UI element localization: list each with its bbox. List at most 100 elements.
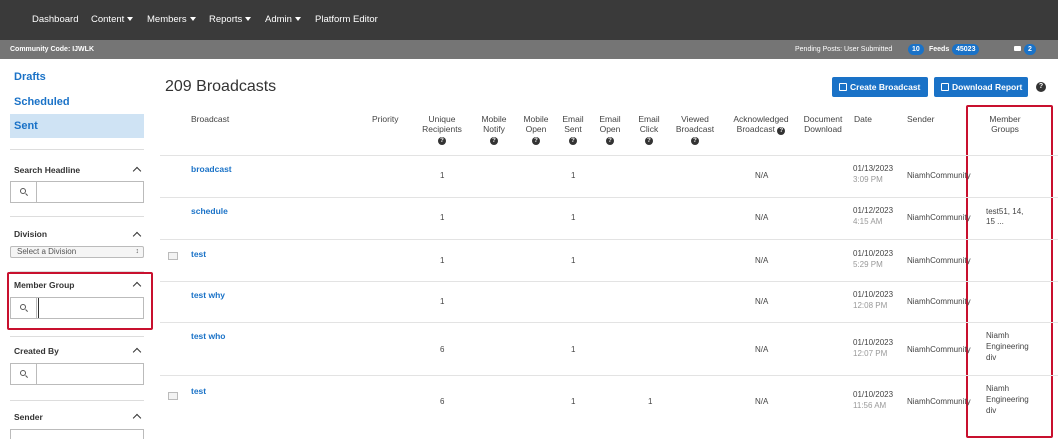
nav-dashboard[interactable]: Dashboard [32,0,78,40]
search-icon [11,182,37,202]
time-value: 11:56 AM [853,401,887,410]
col-sender[interactable]: Sender [907,114,934,124]
member-groups-value: 15 ... [986,217,1004,226]
broadcast-title-link[interactable]: schedule [191,206,228,216]
col-unique-recipients[interactable]: Unique Recipients ? [418,114,466,145]
chevron-down-icon [245,17,252,21]
col-document-download-line1: Document [803,114,843,124]
help-icon[interactable]: ? [606,137,614,145]
search-headline-label: Search Headline [14,165,81,175]
top-navigation: Dashboard Content Members Reports Admin … [0,0,1058,40]
help-icon[interactable]: ? [490,137,498,145]
mail-icon[interactable] [1014,46,1021,51]
image-icon [168,252,178,260]
chevron-up-icon[interactable] [132,231,142,241]
time-value: 4:15 AM [853,217,883,226]
unique-recipients-value: 6 [440,345,445,354]
mail-badge[interactable]: 2 [1024,44,1036,55]
col-unique-recipients-line1: Unique [428,114,456,124]
nav-platform-editor[interactable]: Platform Editor [315,0,378,40]
broadcast-title-link[interactable]: test [191,249,206,259]
col-email-click[interactable]: Email Click ? [634,114,664,145]
search-headline-input[interactable] [38,182,143,202]
created-by-input[interactable] [38,364,143,384]
col-acknowledged-broadcast-line2-text: Broadcast [736,124,775,134]
col-acknowledged-broadcast[interactable]: Acknowledged Broadcast ? [728,114,794,135]
broadcast-title-link[interactable]: test why [191,290,225,300]
member-groups-value: Niamh [986,331,1010,340]
unique-recipients-value: 6 [440,397,445,406]
email-sent-value: 1 [571,345,576,354]
nav-platform-editor-label: Platform Editor [315,14,378,25]
nav-reports[interactable]: Reports [209,0,252,40]
created-by-input-group [10,363,144,385]
email-sent-value: 1 [571,171,576,180]
broadcast-title-link[interactable]: test who [191,331,225,341]
divider [10,216,144,217]
col-unique-recipients-line2: Recipients [422,124,462,134]
col-date[interactable]: Date [854,114,872,124]
col-viewed-broadcast[interactable]: Viewed Broadcast ? [671,114,719,145]
sender-value: NiamhCommunity [907,171,971,180]
search-icon [11,364,37,384]
unique-recipients-value: 1 [440,213,445,222]
broadcast-title-link[interactable]: broadcast [191,164,232,174]
help-icon[interactable]: ? [691,137,699,145]
member-groups-value: div [986,353,997,362]
divider [10,400,144,401]
chevron-down-icon [127,17,134,21]
chevron-down-icon [189,17,196,21]
sender-value: NiamhCommunity [907,213,971,222]
col-viewed-broadcast-line1: Viewed [681,114,709,124]
help-icon[interactable]: ? [1036,82,1046,92]
nav-content[interactable]: Content [91,0,134,40]
sidebar-item-drafts[interactable]: Drafts [14,71,46,83]
col-email-open[interactable]: Email Open ? [595,114,625,145]
user-submitted-badge[interactable]: 10 [908,44,924,55]
col-document-download[interactable]: Document Download [800,114,846,134]
col-mobile-notify-line2: Notify [483,124,505,134]
pending-label: Pending Posts: [795,46,843,53]
download-report-button[interactable]: Download Report [934,77,1028,97]
create-broadcast-button[interactable]: Create Broadcast [832,77,928,97]
chevron-up-icon[interactable] [132,413,142,423]
col-email-open-line2: Open [599,124,621,134]
nav-admin[interactable]: Admin [265,0,301,40]
help-icon[interactable]: ? [777,127,786,135]
division-select[interactable]: Select a Division ↕ [10,246,144,258]
col-mobile-notify-line1: Mobile [481,114,507,124]
col-mobile-notify[interactable]: Mobile Notify ? [477,114,511,145]
nav-admin-label: Admin [265,14,292,25]
date-value: 01/10/2023 [853,338,894,347]
sidebar-item-sent[interactable]: Sent [14,120,38,132]
broadcast-title-link[interactable]: test [191,386,206,396]
col-priority[interactable]: Priority [372,114,398,124]
col-acknowledged-broadcast-line2: Broadcast ? [728,124,794,135]
chevron-up-icon[interactable] [132,347,142,357]
help-icon[interactable]: ? [645,137,653,145]
col-email-sent[interactable]: Email Sent ? [558,114,588,145]
feeds-badge[interactable]: 45023 [952,44,980,55]
help-icon[interactable]: ? [532,137,540,145]
help-icon[interactable]: ? [569,137,577,145]
col-member-groups[interactable]: Member Groups [983,114,1027,134]
nav-members[interactable]: Members [147,0,196,40]
col-broadcast[interactable]: Broadcast [191,114,229,124]
acknowledged-value: N/A [755,397,769,406]
select-arrows-icon: ↕ [135,248,140,255]
col-mobile-open-line1: Mobile [523,114,549,124]
email-sent-value: 1 [571,256,576,265]
date-value: 01/10/2023 [853,290,894,299]
create-broadcast-label: Create Broadcast [850,82,921,92]
email-click-value: 1 [648,397,653,406]
user-submitted-label[interactable]: User Submitted [844,46,892,53]
chevron-down-icon [294,17,301,21]
chevron-up-icon[interactable] [132,166,142,176]
help-icon[interactable]: ? [438,137,446,145]
sidebar-item-scheduled[interactable]: Scheduled [14,96,70,108]
date-value: 01/10/2023 [853,249,894,258]
col-mobile-open[interactable]: Mobile Open ? [519,114,553,145]
col-mobile-open-line2: Open [525,124,547,134]
unique-recipients-value: 1 [440,171,445,180]
feeds-label[interactable]: Feeds [929,46,949,53]
